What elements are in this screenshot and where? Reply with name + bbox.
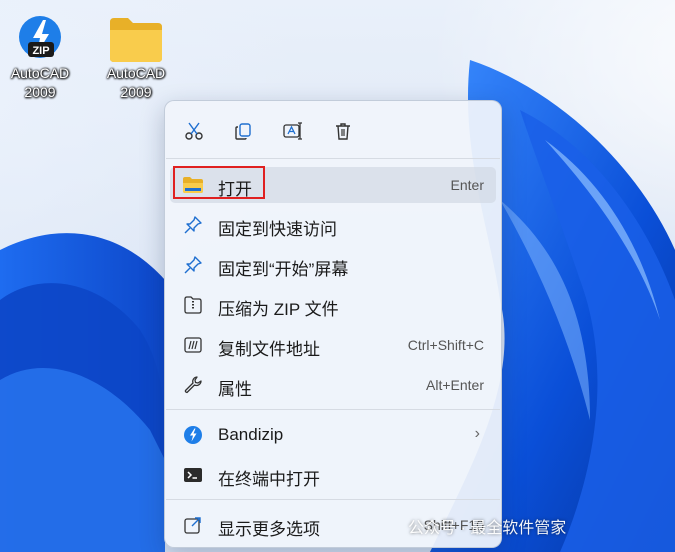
menu-item-shortcut: Ctrl+Shift+C <box>407 337 484 353</box>
wrench-icon <box>182 374 204 396</box>
cut-button[interactable] <box>180 117 208 145</box>
menu-item-compress-zip[interactable]: 压缩为 ZIP 文件 <box>170 287 496 323</box>
menu-item-properties[interactable]: 属性 Alt+Enter <box>170 367 496 403</box>
menu-item-pin-to-start[interactable]: 固定到“开始”屏幕 <box>170 247 496 283</box>
zip-archive-icon: ZIP <box>19 16 61 58</box>
menu-item-label: 固定到快速访问 <box>218 220 337 239</box>
chevron-right-icon: › <box>474 425 480 442</box>
desktop-icon-autocad-folder[interactable]: AutoCAD 2009 <box>96 12 176 102</box>
pin-icon <box>182 214 204 236</box>
delete-button[interactable] <box>329 117 357 145</box>
watermark: 公众号 · 最全软件管家 <box>408 520 567 537</box>
menu-item-label: 在终端中打开 <box>218 470 320 489</box>
more-options-icon <box>182 514 204 536</box>
zip-badge-text: ZIP <box>32 45 49 57</box>
highlight-annotation-box <box>173 166 265 199</box>
desktop-icon-label: AutoCAD 2009 <box>106 65 166 100</box>
zip-file-icon <box>182 294 204 316</box>
menu-item-bandizip[interactable]: Bandizip › <box>170 417 496 453</box>
menu-item-label: 属性 <box>218 380 252 399</box>
copy-icon <box>235 123 251 140</box>
bandizip-icon <box>182 424 204 446</box>
path-icon <box>182 334 204 356</box>
menu-item-label: 固定到“开始”屏幕 <box>218 260 349 279</box>
menu-divider <box>166 499 500 500</box>
desktop-icon-autocad-zip[interactable]: ZIP AutoCAD 2009 <box>0 12 80 102</box>
terminal-icon <box>182 464 204 486</box>
menu-item-shortcut: Enter <box>450 177 484 193</box>
menu-item-open-terminal[interactable]: 在终端中打开 <box>170 457 496 493</box>
menu-item-shortcut: Alt+Enter <box>426 377 484 393</box>
menu-item-copy-path[interactable]: 复制文件地址 Ctrl+Shift+C <box>170 327 496 363</box>
menu-item-pin-quick-access[interactable]: 固定到快速访问 <box>170 207 496 243</box>
copy-button[interactable] <box>229 117 257 145</box>
desktop-icon-label: AutoCAD 2009 <box>10 65 70 100</box>
context-menu-toolbar <box>165 101 501 159</box>
pin-icon <box>182 254 204 276</box>
menu-item-label: 复制文件地址 <box>218 340 320 359</box>
rename-icon <box>283 122 302 140</box>
menu-item-label: 压缩为 ZIP 文件 <box>218 300 339 319</box>
menu-divider <box>166 158 500 159</box>
menu-divider <box>166 409 500 410</box>
menu-item-label: 显示更多选项 <box>218 520 320 539</box>
menu-item-label: Bandizip <box>218 425 284 444</box>
scissors-icon <box>185 122 203 140</box>
trash-icon <box>336 123 350 140</box>
rename-button[interactable] <box>279 117 307 145</box>
folder-icon <box>110 18 162 62</box>
